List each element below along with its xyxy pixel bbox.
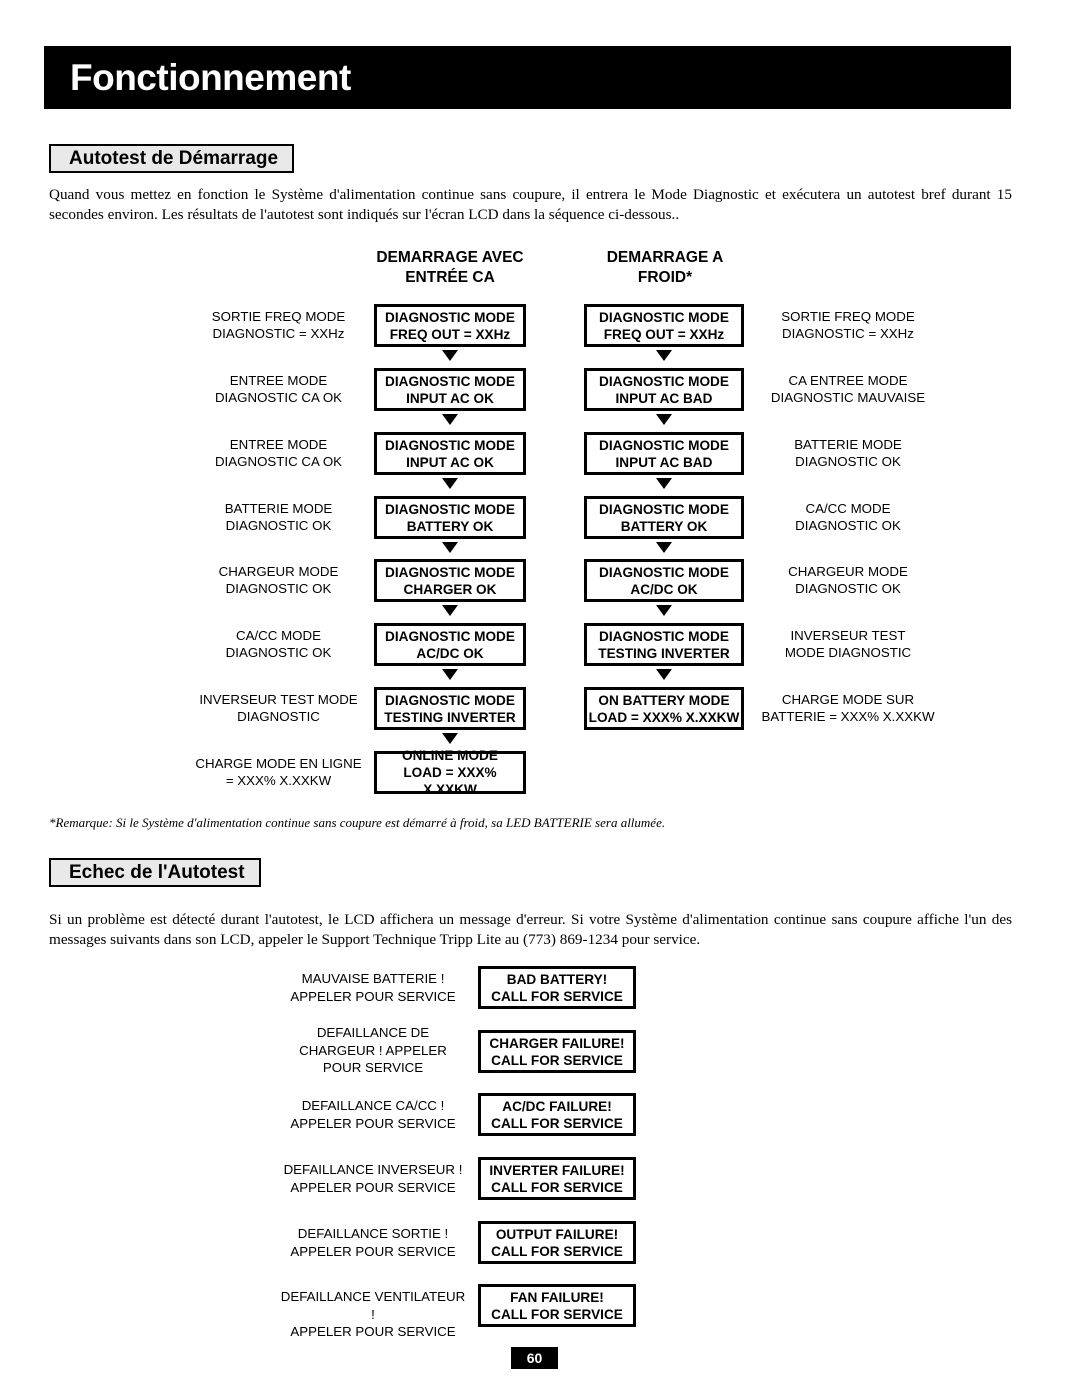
flow-label-ac-7: INVERSEUR TEST MODE DIAGNOSTIC (199, 692, 358, 724)
flow-arrow-down-icon (442, 542, 458, 553)
flow-label-ac-3: ENTREE MODE DIAGNOSTIC CA OK (214, 437, 343, 469)
flow-lcd-cold-2: DIAGNOSTIC MODE INPUT AC BAD (584, 368, 744, 411)
flow-lcd-cold-3: DIAGNOSTIC MODE INPUT AC BAD (584, 432, 744, 475)
flow-lcd-cold-7: ON BATTERY MODE LOAD = XXX% X.XXKW (584, 687, 744, 730)
flow-label-cold-3: BATTERIE MODE DIAGNOSTIC OK (794, 437, 902, 469)
flow-arrow-down-icon (442, 669, 458, 680)
failure-lcd-charger-failure: CHARGER FAILURE! CALL FOR SERVICE (478, 1030, 636, 1073)
failure-lcd-inverter-failure: INVERTER FAILURE! CALL FOR SERVICE (478, 1157, 636, 1200)
flow-arrow-down-icon (442, 605, 458, 616)
flow-lcd-ac-2: DIAGNOSTIC MODE INPUT AC OK (374, 368, 526, 411)
flow-label-ac-8: CHARGE MODE EN LIGNE = XXX% X.XXKW (195, 756, 362, 788)
flow-lcd-cold-4: DIAGNOSTIC MODE BATTERY OK (584, 496, 744, 539)
page-title: Fonctionnement (70, 56, 351, 98)
flow-arrow-down-icon (442, 350, 458, 361)
flow-label-ac-4: BATTERIE MODE DIAGNOSTIC OK (224, 501, 333, 533)
startup-selftest-flow-diagram: DEMARRAGE AVEC ENTRÉE CA DEMARRAGE A FRO… (0, 240, 1080, 810)
flow-lcd-ac-7: DIAGNOSTIC MODE TESTING INVERTER (374, 687, 526, 730)
flow-label-cold-1: SORTIE FREQ MODE DIAGNOSTIC = XXHz (781, 309, 915, 341)
flow-lcd-ac-6: DIAGNOSTIC MODE AC/DC OK (374, 623, 526, 666)
failure-label-output-failure: DEFAILLANCE SORTIE ! APPELER POUR SERVIC… (290, 1226, 456, 1259)
failure-lcd-acdc-failure: AC/DC FAILURE! CALL FOR SERVICE (478, 1093, 636, 1136)
flow-lcd-ac-5: DIAGNOSTIC MODE CHARGER OK (374, 559, 526, 602)
failure-lcd-output-failure: OUTPUT FAILURE! CALL FOR SERVICE (478, 1221, 636, 1264)
flow-arrow-down-icon (656, 669, 672, 680)
section-heading-autotest-de-demarrage: Autotest de Démarrage (49, 144, 295, 173)
flow-label-cold-7: CHARGE MODE SUR BATTERIE = XXX% X.XXKW (761, 692, 935, 724)
flow-lcd-cold-1: DIAGNOSTIC MODE FREQ OUT = XXHz (584, 304, 744, 347)
flow-label-cold-5: CHARGEUR MODE DIAGNOSTIC OK (788, 564, 908, 596)
failure-lcd-fan-failure: FAN FAILURE! CALL FOR SERVICE (478, 1284, 636, 1327)
flow-lcd-cold-5: DIAGNOSTIC MODE AC/DC OK (584, 559, 744, 602)
flow-lcd-ac-1: DIAGNOSTIC MODE FREQ OUT = XXHz (374, 304, 526, 347)
failure-label-fan-failure: DEFAILLANCE VENTILATEUR ! APPELER POUR S… (280, 1289, 466, 1339)
failure-label-acdc-failure: DEFAILLANCE CA/CC ! APPELER POUR SERVICE (290, 1098, 456, 1131)
paragraph-autotest-de-demarrage: Quand vous mettez en fonction le Système… (49, 186, 1012, 223)
flow-label-ac-1: SORTIE FREQ MODE DIAGNOSTIC = XXHz (211, 309, 346, 341)
flow-lcd-ac-8: ONLINE MODE LOAD = XXX% X.XXKW (374, 748, 526, 797)
flow-arrow-down-icon (656, 542, 672, 553)
flow-lcd-ac-4: DIAGNOSTIC MODE BATTERY OK (374, 496, 526, 539)
flow-label-ac-2: ENTREE MODE DIAGNOSTIC CA OK (214, 373, 343, 405)
flow-lcd-cold-6: DIAGNOSTIC MODE TESTING INVERTER (584, 623, 744, 666)
flow-arrow-down-icon (442, 478, 458, 489)
flow-column-title-ac-start: DEMARRAGE AVEC ENTRÉE CA (376, 249, 524, 286)
flow-arrow-down-icon (656, 350, 672, 361)
section-heading-echec-de-lautotest: Echec de l'Autotest (49, 858, 261, 887)
footnote-cold-start-remark: *Remarque: Si le Système d'alimentation … (49, 815, 666, 830)
flow-label-ac-6: CA/CC MODE DIAGNOSTIC OK (225, 628, 332, 660)
flow-label-cold-2: CA ENTREE MODE DIAGNOSTIC MAUVAISE (770, 373, 926, 405)
flow-column-title-cold-start: DEMARRAGE A FROID* (606, 249, 724, 286)
paragraph-echec-de-lautotest: Si un problème est détecté durant l'auto… (49, 911, 1012, 948)
flow-arrow-down-icon (442, 733, 458, 744)
flow-arrow-down-icon (656, 605, 672, 616)
failure-lcd-bad-battery: BAD BATTERY! CALL FOR SERVICE (478, 966, 636, 1009)
failure-label-charger-failure: DEFAILLANCE DE CHARGEUR ! APPELER POUR S… (299, 1025, 447, 1075)
page-title-bar: Fonctionnement (44, 46, 1011, 109)
failure-label-inverter-failure: DEFAILLANCE INVERSEUR ! APPELER POUR SER… (283, 1162, 463, 1195)
flow-lcd-ac-3: DIAGNOSTIC MODE INPUT AC OK (374, 432, 526, 475)
flow-arrow-down-icon (656, 414, 672, 425)
page-number: 60 (511, 1347, 558, 1369)
flow-label-ac-5: CHARGEUR MODE DIAGNOSTIC OK (218, 564, 339, 596)
flow-label-cold-4: CA/CC MODE DIAGNOSTIC OK (795, 501, 901, 533)
flow-arrow-down-icon (656, 478, 672, 489)
flow-label-cold-6: INVERSEUR TEST MODE DIAGNOSTIC (784, 628, 912, 660)
flow-arrow-down-icon (442, 414, 458, 425)
failure-label-bad-battery: MAUVAISE BATTERIE ! APPELER POUR SERVICE (290, 971, 456, 1004)
failure-message-list: MAUVAISE BATTERIE ! APPELER POUR SERVICE… (0, 960, 1080, 1339)
